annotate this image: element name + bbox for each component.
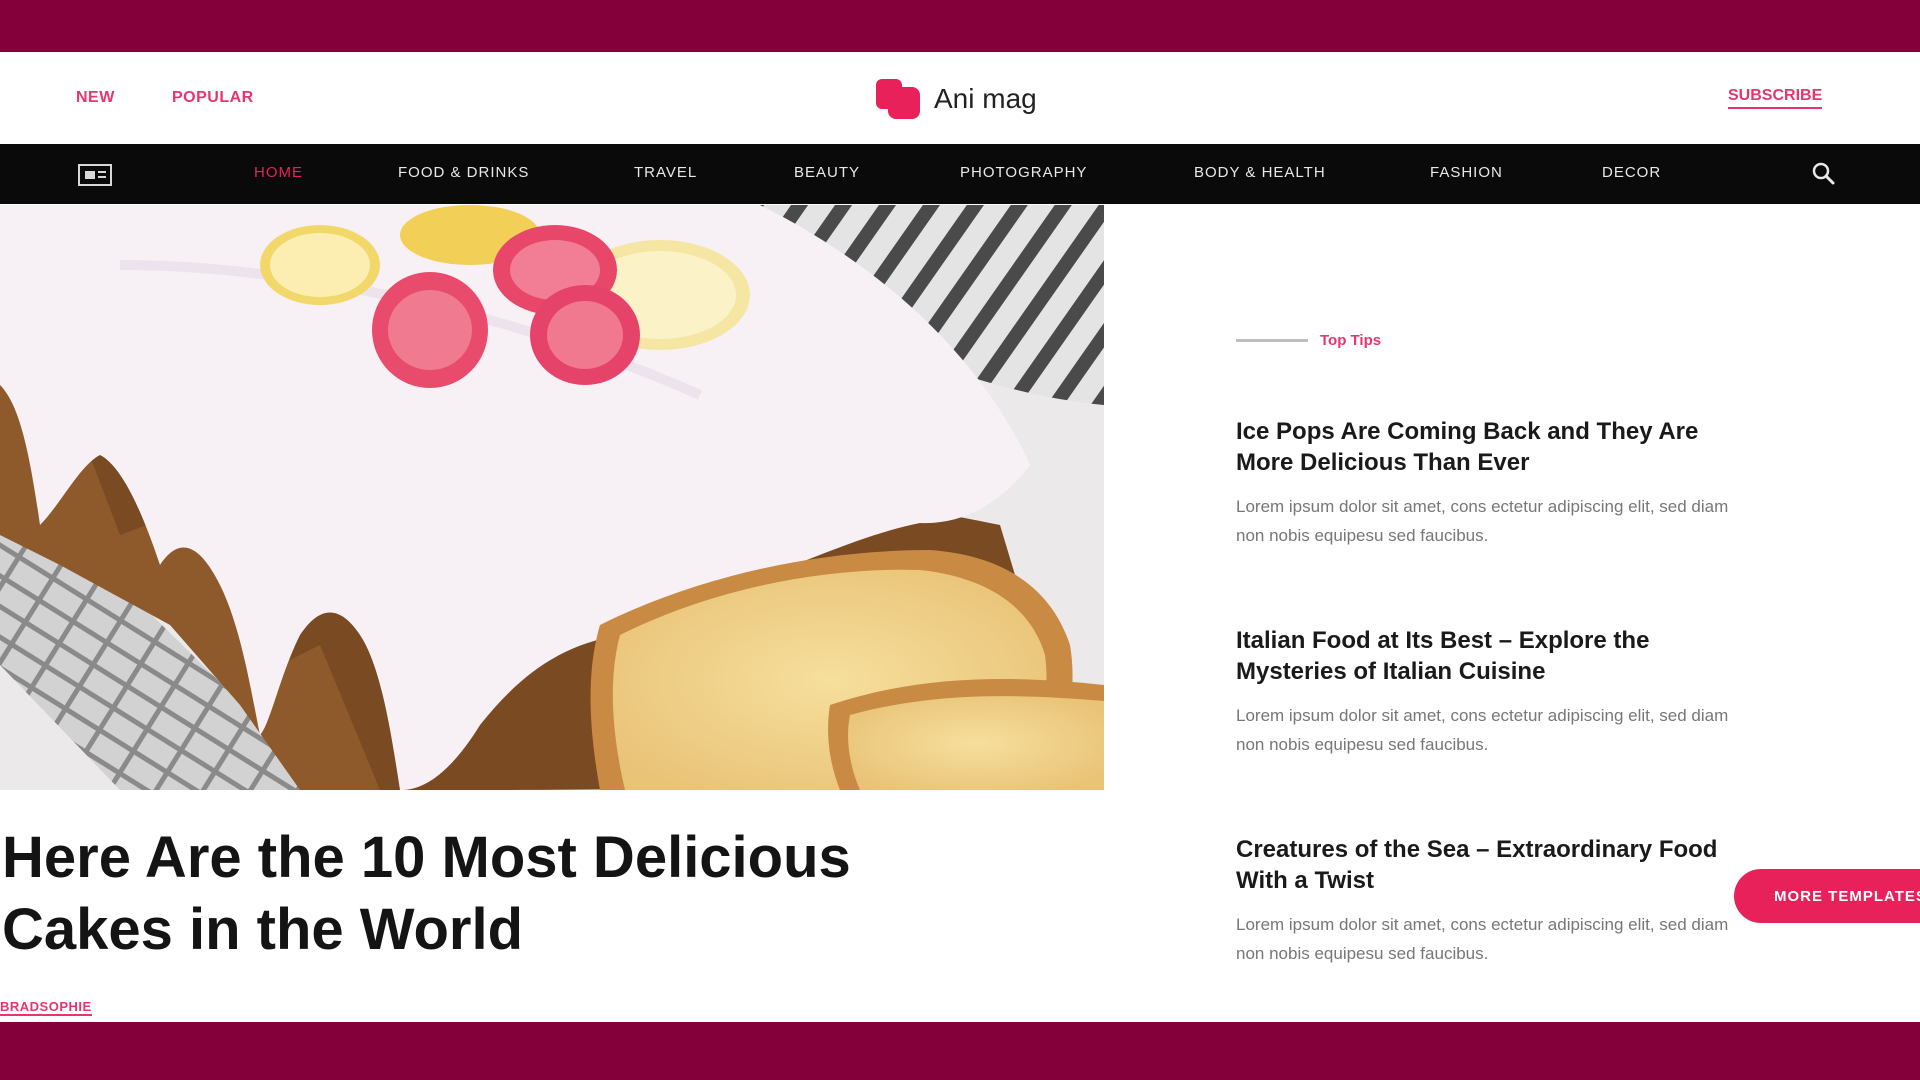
section-label: Top Tips — [1236, 332, 1381, 349]
nav-item-decor[interactable]: DECOR — [1602, 164, 1661, 181]
top-frame-bar — [0, 0, 1920, 52]
hero-author[interactable]: BRADSOPHIE — [0, 999, 92, 1016]
article-excerpt: Lorem ipsum dolor sit amet, cons ectetur… — [1236, 915, 1729, 963]
nav-item-travel[interactable]: TRAVEL — [634, 164, 697, 181]
article-excerpt: Lorem ipsum dolor sit amet, cons ectetur… — [1236, 706, 1729, 754]
hero-image[interactable] — [0, 205, 1104, 790]
nav-item-home[interactable]: HOME — [254, 164, 303, 181]
nav-item-food-drinks[interactable]: FOOD & DRINKS — [398, 164, 529, 181]
article-title[interactable]: Italian Food at Its Best – Explore the M… — [1236, 625, 1736, 687]
section-divider — [1236, 339, 1308, 342]
layout-icon[interactable] — [78, 164, 112, 186]
subscribe-link[interactable]: SUBSCRIBE — [1728, 87, 1823, 109]
nav-item-body-health[interactable]: BODY & HEALTH — [1194, 164, 1326, 181]
header-link-popular[interactable]: POPULAR — [172, 89, 254, 107]
search-icon[interactable] — [1810, 160, 1836, 186]
article-card[interactable]: Italian Food at Its Best – Explore the M… — [1236, 625, 1736, 759]
nav-item-fashion[interactable]: FASHION — [1430, 164, 1503, 181]
nav-item-beauty[interactable]: BEAUTY — [794, 164, 860, 181]
site-logo[interactable]: Ani mag — [876, 76, 1037, 122]
more-templates-button[interactable]: MORE TEMPLATES — [1734, 869, 1920, 923]
section-label-text: Top Tips — [1320, 332, 1382, 349]
hero-title[interactable]: Here Are the 10 Most Delicious Cakes in … — [2, 822, 1002, 966]
header-link-new[interactable]: NEW — [76, 89, 115, 107]
article-title[interactable]: Creatures of the Sea – Extraordinary Foo… — [1236, 834, 1736, 896]
logo-text: Ani mag — [934, 83, 1037, 114]
bottom-frame-bar — [0, 1022, 1920, 1080]
article-card[interactable]: Ice Pops Are Coming Back and They Are Mo… — [1236, 416, 1736, 550]
page: NEW POPULAR Ani mag SUBSCRIBE HOME FOOD … — [0, 52, 1920, 1022]
header: NEW POPULAR Ani mag SUBSCRIBE — [0, 52, 1920, 144]
article-card[interactable]: Creatures of the Sea – Extraordinary Foo… — [1236, 834, 1736, 968]
logo-icon — [876, 79, 922, 119]
article-title[interactable]: Ice Pops Are Coming Back and They Are Mo… — [1236, 416, 1736, 478]
main-nav: HOME FOOD & DRINKS TRAVEL BEAUTY PHOTOGR… — [0, 144, 1920, 204]
nav-item-photography[interactable]: PHOTOGRAPHY — [960, 164, 1087, 181]
article-excerpt: Lorem ipsum dolor sit amet, cons ectetur… — [1236, 497, 1729, 545]
